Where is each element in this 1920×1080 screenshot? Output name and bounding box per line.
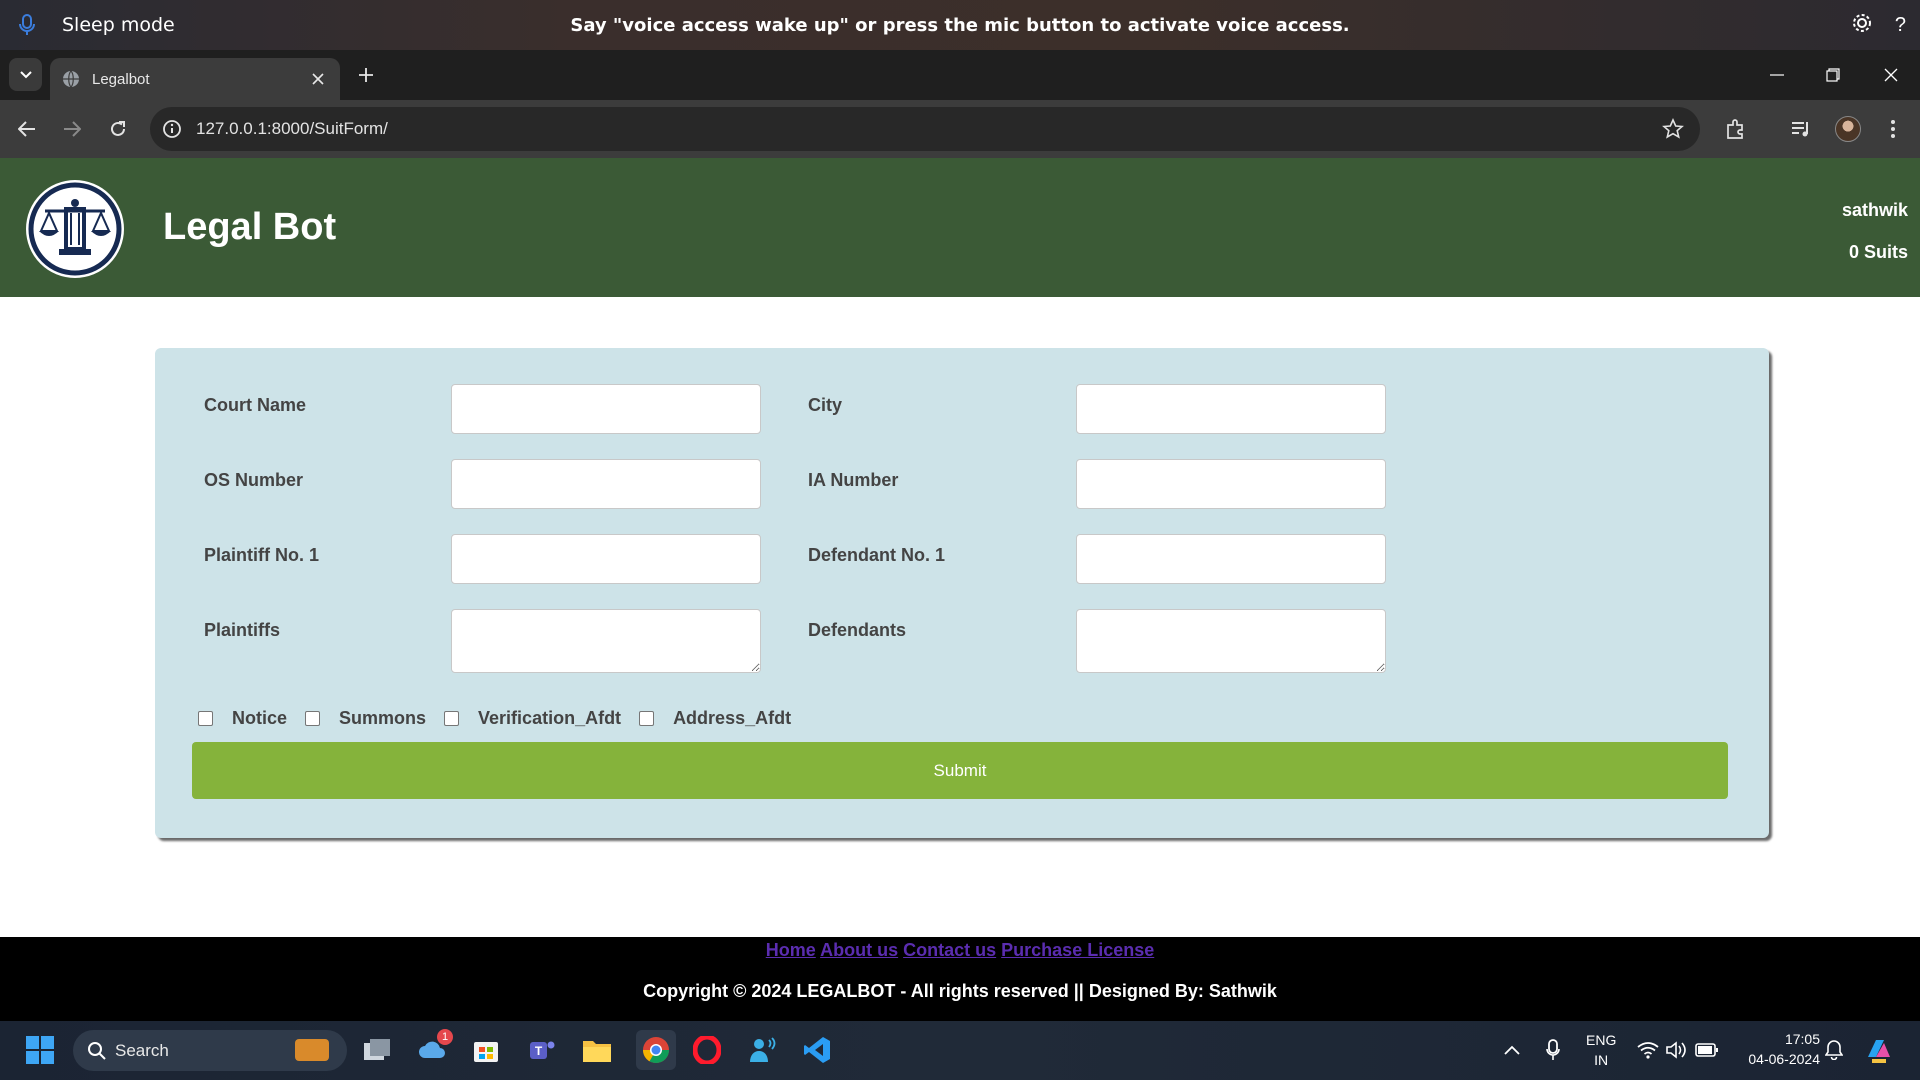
ia-number-label: IA Number <box>808 470 899 490</box>
summons-checkbox[interactable] <box>305 711 321 726</box>
verification-afdt-checkbox[interactable] <box>444 711 460 726</box>
suits-count-label[interactable]: 0 Suits <box>1849 242 1908 263</box>
window-close-button[interactable] <box>1876 60 1906 90</box>
tray-mic-icon[interactable] <box>1536 1033 1570 1067</box>
region-code: IN <box>1594 1052 1609 1068</box>
os-number-input[interactable] <box>451 459 761 509</box>
profile-avatar[interactable] <box>1834 115 1862 143</box>
clock-time: 17:05 <box>1784 1031 1820 1047</box>
browser-tab-strip: Legalbot <box>0 50 1920 100</box>
windows-start-icon[interactable] <box>23 1033 57 1067</box>
footer-link-home[interactable]: Home <box>766 940 816 960</box>
minimize-button[interactable] <box>1762 60 1792 90</box>
voice-message: Say "voice access wake up" or press the … <box>570 14 1350 36</box>
chrome-icon[interactable] <box>636 1030 676 1070</box>
menu-kebab-icon[interactable] <box>1879 115 1907 143</box>
weather-widget-icon[interactable]: 1 <box>415 1029 453 1067</box>
plaintiff-no1-label: Plaintiff No. 1 <box>204 545 320 565</box>
restore-button[interactable] <box>1818 60 1848 90</box>
defendants-label: Defendants <box>808 620 907 640</box>
username-label[interactable]: sathwik <box>1842 200 1908 221</box>
task-view-icon[interactable] <box>360 1033 394 1067</box>
extensions-icon[interactable] <box>1722 115 1750 143</box>
site-info-icon[interactable] <box>162 119 182 139</box>
reload-icon[interactable] <box>103 114 133 144</box>
suit-form-card: Court Name City OS Number IA Number Plai… <box>155 348 1769 838</box>
svg-text:T: T <box>535 1044 543 1058</box>
search-label: Search <box>115 1040 169 1060</box>
store-icon[interactable] <box>469 1033 503 1067</box>
teams-icon[interactable]: T <box>525 1033 559 1067</box>
plaintiffs-label: Plaintiffs <box>204 620 281 640</box>
copyright-text: Copyright © 2024 LEGALBOT - All rights r… <box>643 981 1277 1001</box>
document-checkboxes: Notice Summons Verification_Afdt Address… <box>198 708 809 729</box>
media-control-icon[interactable] <box>1787 115 1815 143</box>
file-explorer-icon[interactable] <box>580 1033 614 1067</box>
globe-icon <box>63 70 79 88</box>
city-input[interactable] <box>1076 384 1386 434</box>
taskbar-search[interactable]: Search <box>73 1030 347 1071</box>
notification-badge: 1 <box>437 1029 453 1045</box>
plaintiff-no1-input[interactable] <box>451 534 761 584</box>
bookmark-star-icon[interactable] <box>1662 118 1684 140</box>
court-name-input[interactable] <box>451 384 761 434</box>
legal-scales-logo <box>26 180 124 278</box>
copilot-icon[interactable] <box>1862 1033 1896 1067</box>
close-icon[interactable] <box>308 69 328 89</box>
clock-date: 04-06-2024 <box>1748 1051 1820 1067</box>
vscode-icon[interactable] <box>800 1033 834 1067</box>
site-header: Legal Bot sathwik 0 Suits <box>0 158 1920 297</box>
os-number-label: OS Number <box>204 470 304 490</box>
tab-title: Legalbot <box>92 70 150 88</box>
tab-search-button[interactable] <box>9 58 42 91</box>
footer-link-about[interactable]: About us <box>820 940 898 960</box>
summons-label[interactable]: Summons <box>339 708 426 729</box>
footer-link-purchase[interactable]: Purchase License <box>1001 940 1154 960</box>
submit-button[interactable]: Submit <box>192 742 1728 799</box>
language-indicator[interactable]: ENG IN <box>1586 1030 1616 1070</box>
defendant-no1-label: Defendant No. 1 <box>808 545 946 565</box>
notice-checkbox[interactable] <box>198 711 213 726</box>
help-icon[interactable]: ? <box>1895 14 1906 37</box>
notice-label[interactable]: Notice <box>232 708 287 729</box>
footer-links: Home About us Contact us Purchase Licens… <box>0 940 1920 961</box>
voice-access-icon[interactable] <box>745 1033 779 1067</box>
verification-afdt-label[interactable]: Verification_Afdt <box>478 708 621 729</box>
court-name-label: Court Name <box>204 395 307 415</box>
footer-link-contact[interactable]: Contact us <box>903 940 996 960</box>
opera-icon[interactable] <box>690 1033 724 1067</box>
ia-number-input[interactable] <box>1076 459 1386 509</box>
forward-arrow-icon[interactable] <box>57 114 87 144</box>
windows-taskbar: Search 1 T ENG IN 17:05 04-06-2024 <box>0 1021 1920 1080</box>
address-bar[interactable]: 127.0.0.1:8000/SuitForm/ <box>150 107 1700 151</box>
site-title: Legal Bot <box>163 206 337 248</box>
url-text[interactable]: 127.0.0.1:8000/SuitForm/ <box>196 119 388 139</box>
notification-bell-icon[interactable] <box>1817 1033 1851 1067</box>
defendant-no1-input[interactable] <box>1076 534 1386 584</box>
city-label: City <box>808 395 843 415</box>
tray-chevron-up-icon[interactable] <box>1495 1033 1529 1067</box>
volume-icon[interactable] <box>1660 1033 1694 1067</box>
new-tab-button[interactable] <box>354 63 378 87</box>
browser-toolbar: 127.0.0.1:8000/SuitForm/ <box>0 100 1920 158</box>
battery-icon[interactable] <box>1690 1033 1724 1067</box>
browser-tab[interactable]: Legalbot <box>50 58 340 100</box>
system-clock[interactable]: 17:05 04-06-2024 <box>1748 1029 1820 1069</box>
voice-access-bar: Sleep mode Say "voice access wake up" or… <box>0 0 1920 50</box>
briefcase-icon <box>295 1039 329 1061</box>
settings-icon[interactable] <box>1851 12 1873 39</box>
plaintiffs-textarea[interactable] <box>451 609 761 673</box>
search-icon <box>88 1042 106 1060</box>
address-afdt-label[interactable]: Address_Afdt <box>673 708 791 729</box>
address-afdt-checkbox[interactable] <box>639 711 655 726</box>
defendants-textarea[interactable] <box>1076 609 1386 673</box>
back-arrow-icon[interactable] <box>12 114 42 144</box>
site-footer: Home About us Contact us Purchase Licens… <box>0 937 1920 1021</box>
language-code: ENG <box>1586 1032 1617 1048</box>
